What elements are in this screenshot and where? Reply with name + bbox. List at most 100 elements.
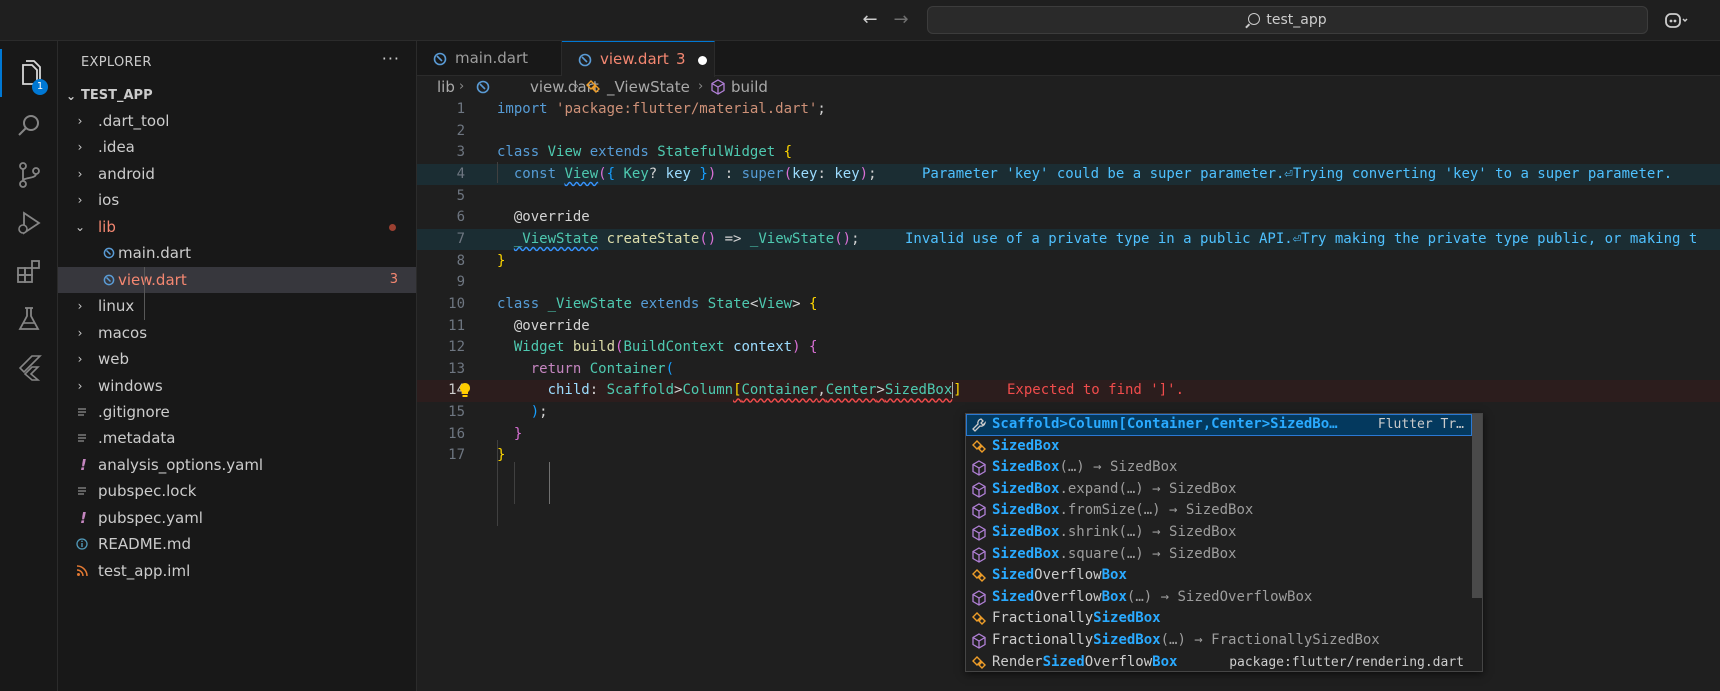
- code-line[interactable]: 13 return Container(: [417, 359, 1720, 381]
- suggestion-label: SizedBox.expand(…) → SizedBox: [992, 480, 1237, 497]
- suggestion-item[interactable]: SizedBox.square(…) → SizedBox: [966, 544, 1472, 566]
- chevron-right-icon: ›: [77, 193, 83, 208]
- workspace-root-folder[interactable]: ⌄ TEST_APP: [58, 85, 416, 107]
- tree-item-idea[interactable]: › .idea: [58, 134, 416, 160]
- suggestion-label: SizedOverflowBox(…) → SizedOverflowBox: [992, 588, 1313, 605]
- wrench-icon: [972, 418, 987, 432]
- code-line[interactable]: 7 _ViewState createState() => _ViewState…: [417, 228, 1720, 251]
- suggest-scrollbar[interactable]: [1472, 414, 1482, 598]
- suggestion-item[interactable]: SizedBox: [966, 436, 1472, 458]
- suggestion-item[interactable]: FractionallySizedBox: [966, 608, 1472, 630]
- tab-view-dart[interactable]: view.dart 3: [562, 41, 715, 77]
- breadcrumb-class[interactable]: _ViewState: [607, 76, 690, 98]
- tree-item-pubspec-lock[interactable]: pubspec.lock: [58, 478, 416, 504]
- tab-label: main.dart: [455, 49, 529, 67]
- class-symbol-icon: [972, 655, 986, 669]
- line-number: 8: [456, 252, 465, 269]
- suggestion-item[interactable]: FractionallySizedBox(…) → FractionallySi…: [966, 630, 1472, 652]
- run-debug-activity-icon[interactable]: [0, 199, 58, 247]
- code-line[interactable]: 3 class View extends StatefulWidget {: [417, 142, 1720, 164]
- tree-item-label: .idea: [98, 138, 135, 157]
- class-symbol-icon: [586, 80, 600, 93]
- search-activity-icon[interactable]: [0, 102, 58, 150]
- constructor-symbol-icon: [972, 590, 986, 606]
- suggestion-item[interactable]: SizedOverflowBox(…) → SizedOverflowBox: [966, 587, 1472, 609]
- breadcrumb-folder[interactable]: lib: [437, 76, 455, 98]
- line-number: 11: [448, 317, 465, 334]
- code-line[interactable]: 14 child: Scaffold>Column[Container,Cent…: [417, 380, 1720, 402]
- tab-problem-count: 3: [676, 50, 686, 68]
- tree-item-pubspec-yaml[interactable]: ! pubspec.yaml: [58, 505, 416, 531]
- code-text: }: [513, 425, 523, 442]
- tree-item-label: linux: [98, 297, 135, 316]
- extensions-activity-icon[interactable]: [0, 247, 58, 295]
- forward-arrow-icon[interactable]: →: [890, 9, 912, 31]
- code-line[interactable]: 10 class _ViewState extends State<View> {: [417, 294, 1720, 316]
- suggestion-item[interactable]: SizedBox.expand(…) → SizedBox: [966, 479, 1472, 501]
- tree-item-view-dart[interactable]: view.dart 3: [58, 266, 416, 294]
- code-text: }: [497, 252, 506, 269]
- suggestion-detail: Flutter Tr…: [1377, 417, 1464, 432]
- suggestion-item[interactable]: RenderSizedOverflowBox package:flutter/re…: [966, 652, 1472, 671]
- source-control-activity-icon[interactable]: [0, 151, 58, 199]
- tree-item-ios[interactable]: › ios: [58, 187, 416, 213]
- tree-item-gitignore[interactable]: .gitignore: [58, 399, 416, 425]
- suggestion-item[interactable]: SizedBox.shrink(…) → SizedBox: [966, 522, 1472, 544]
- tree-item-main-dart[interactable]: main.dart: [58, 240, 416, 266]
- tree-item-metadata[interactable]: .metadata: [58, 425, 416, 451]
- error-dot-icon: [389, 223, 396, 231]
- code-line[interactable]: 2: [417, 121, 1720, 143]
- code-line[interactable]: 1 import 'package:flutter/material.dart';: [417, 99, 1720, 121]
- breadcrumb-method[interactable]: build: [731, 76, 768, 98]
- tree-item-lib[interactable]: ⌄ lib: [58, 214, 416, 240]
- code-line[interactable]: 8}: [417, 251, 1720, 273]
- tree-item-dart-tool[interactable]: › .dart_tool: [58, 108, 416, 134]
- code-text: @override: [513, 209, 590, 226]
- suggestion-label: SizedBox.square(…) → SizedBox: [992, 545, 1237, 562]
- line-number: 5: [456, 187, 465, 204]
- lightbulb-icon[interactable]: [458, 382, 472, 398]
- tree-item-readme-md[interactable]: README.md: [58, 531, 416, 557]
- tree-item-test-app-iml[interactable]: test_app.iml: [58, 558, 416, 584]
- suggestion-item[interactable]: SizedBox.fromSize(…) → SizedBox: [966, 500, 1472, 522]
- code-text: import 'package:flutter/material.dart';: [497, 101, 826, 117]
- unsaved-dot-icon[interactable]: [698, 56, 707, 65]
- line-number: 1: [456, 101, 465, 117]
- copilot-icon[interactable]: [1664, 10, 1688, 30]
- code-line[interactable]: 12 Widget build(BuildContext context) {: [417, 337, 1720, 359]
- back-arrow-icon[interactable]: ←: [859, 9, 881, 31]
- explorer-activity-icon[interactable]: 1: [0, 49, 58, 97]
- code-text: @override: [513, 317, 590, 334]
- tree-item-label: lib: [98, 217, 116, 236]
- suggestion-label: SizedBox: [992, 437, 1060, 454]
- chevron-right-icon: ›: [459, 79, 465, 94]
- title-bar: ← → test_app: [0, 0, 1720, 41]
- code-line[interactable]: 6 @override: [417, 207, 1720, 229]
- code-line[interactable]: 11 @override: [417, 316, 1720, 338]
- flutter-activity-icon[interactable]: [0, 343, 58, 391]
- chevron-right-icon: ›: [698, 79, 704, 94]
- explorer-sidebar: EXPLORER ··· ⌄ TEST_APP › .dart_tool › .ide…: [58, 41, 417, 691]
- tree-item-web[interactable]: › web: [58, 346, 416, 372]
- chevron-down-icon: ⌄: [65, 89, 77, 103]
- code-line[interactable]: 9: [417, 272, 1720, 294]
- suggestion-item[interactable]: SizedBox(…) → SizedBox: [966, 457, 1472, 479]
- command-center-search[interactable]: test_app: [927, 6, 1648, 34]
- tree-item-macos[interactable]: › macos: [58, 320, 416, 346]
- tab-main-dart[interactable]: main.dart: [417, 41, 562, 76]
- info-file-icon: [76, 538, 88, 550]
- tree-item-windows[interactable]: › windows: [58, 373, 416, 399]
- tree-item-analysis-options-yaml[interactable]: ! analysis_options.yaml: [58, 452, 416, 478]
- more-actions-icon[interactable]: ···: [382, 49, 400, 68]
- code-line[interactable]: 4 const View({ Key? key }) : super(key: …: [417, 163, 1720, 186]
- tree-item-android[interactable]: › android: [58, 161, 416, 187]
- testing-activity-icon[interactable]: [0, 295, 58, 343]
- suggestion-label: Scaffold>Column[Container,Center>SizedBo…: [992, 416, 1338, 432]
- suggestion-item[interactable]: Scaffold>Column[Container,Center>SizedBo…: [966, 414, 1472, 436]
- chevron-right-icon: ›: [77, 378, 83, 393]
- chevron-right-icon: ›: [77, 140, 83, 155]
- suggestion-item[interactable]: SizedOverflowBox: [966, 565, 1472, 587]
- rss-file-icon: [76, 564, 88, 576]
- tree-item-linux[interactable]: › linux: [58, 293, 416, 319]
- code-line[interactable]: 5: [417, 186, 1720, 208]
